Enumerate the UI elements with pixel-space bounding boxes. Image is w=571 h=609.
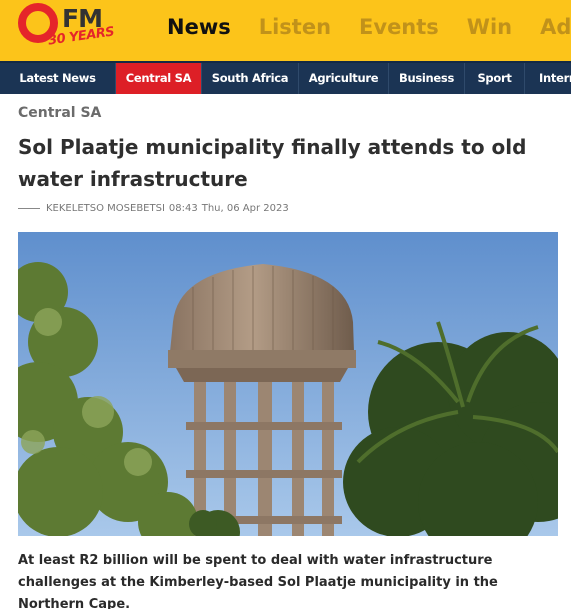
category-sport[interactable]: Sport bbox=[465, 63, 525, 94]
meta-dash bbox=[18, 208, 40, 209]
category-latest-news[interactable]: Latest News bbox=[0, 63, 116, 94]
article-date: Thu, 06 Apr 2023 bbox=[201, 203, 289, 214]
main-nav: News Listen Events Win Adver bbox=[167, 0, 571, 54]
article-photo bbox=[18, 232, 558, 536]
category-international[interactable]: Intern bbox=[525, 63, 571, 94]
oofm-logo[interactable]: FM 30 YEARS bbox=[18, 3, 118, 49]
category-nav: Latest News Central SA South Africa Agri… bbox=[0, 61, 571, 94]
category-central-sa[interactable]: Central SA bbox=[116, 63, 202, 94]
article-category[interactable]: Central SA bbox=[18, 105, 101, 121]
site-header: FM 30 YEARS News Listen Events Win Adver bbox=[0, 0, 571, 61]
category-business[interactable]: Business bbox=[389, 63, 465, 94]
nav-news[interactable]: News bbox=[167, 15, 231, 39]
nav-listen[interactable]: Listen bbox=[259, 15, 331, 39]
nav-advertise[interactable]: Adver bbox=[540, 15, 571, 39]
nav-win[interactable]: Win bbox=[467, 15, 512, 39]
article-author[interactable]: KEKELETSO MOSEBETSI bbox=[46, 203, 165, 214]
article-lead: At least R2 billion will be spent to dea… bbox=[18, 553, 498, 609]
article-meta: KEKELETSO MOSEBETSI 08:43 Thu, 06 Apr 20… bbox=[18, 203, 289, 214]
logo-years-text: 30 YEARS bbox=[47, 24, 116, 49]
category-south-africa[interactable]: South Africa bbox=[202, 63, 299, 94]
category-agriculture[interactable]: Agriculture bbox=[299, 63, 389, 94]
article-title: Sol Plaatje municipality finally attends… bbox=[18, 135, 527, 191]
article-time: 08:43 bbox=[168, 203, 198, 214]
nav-events[interactable]: Events bbox=[359, 15, 439, 39]
